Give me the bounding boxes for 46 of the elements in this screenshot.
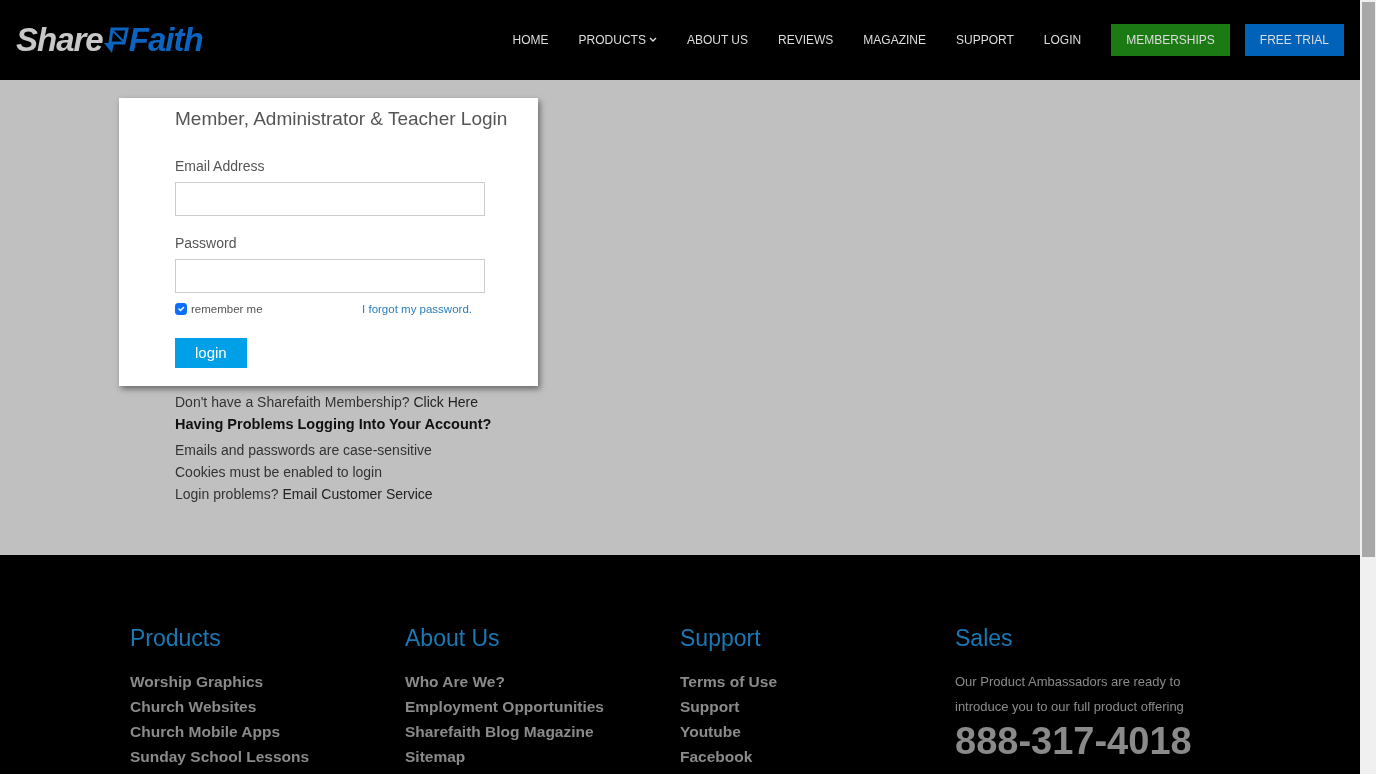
scrollbar[interactable] <box>1360 0 1376 774</box>
remember-checkbox[interactable] <box>175 303 187 316</box>
footer-heading: About Us <box>405 625 501 653</box>
help-text: Emails and passwords are case-sensitive <box>175 441 433 461</box>
help-link[interactable]: Email Customer Service <box>282 486 433 503</box>
footer-link[interactable]: Facebook <box>680 743 955 769</box>
nav-link[interactable]: HOME <box>497 31 564 49</box>
flag-icon <box>102 25 129 55</box>
footer-heading: Sales <box>955 625 1014 653</box>
nav-link[interactable]: LOGIN <box>1028 31 1097 49</box>
footer-link[interactable]: Sharefaith Blog Magazine <box>405 718 680 744</box>
phone-number: 888-317-4018 <box>955 718 1193 763</box>
footer-heading: Products <box>130 625 222 653</box>
field-label: Email Address <box>175 156 266 176</box>
help-text: Cookies must be enabled to login <box>175 463 384 483</box>
login-title: Member, Administrator & Teacher Login <box>175 107 508 131</box>
checkbox-label: remember me <box>191 301 263 317</box>
logo[interactable]: Share Faith <box>16 15 203 65</box>
nav-button[interactable]: FREE TRIAL <box>1244 24 1344 56</box>
nav-link[interactable]: SUPPORT <box>941 31 1029 49</box>
footer-heading: Support <box>680 625 762 653</box>
footer-link[interactable]: Sunday School Lessons <box>130 743 405 769</box>
email-field[interactable] <box>175 181 485 216</box>
help-text: Login problems? Email Customer Service <box>175 485 434 505</box>
footer-link[interactable]: Terms of Use <box>680 668 955 694</box>
nav-button[interactable]: MEMBERSHIPS <box>1111 24 1230 56</box>
nav-link[interactable]: REVIEWS <box>763 31 849 49</box>
footer-link[interactable]: Church Mobile Apps <box>130 718 405 744</box>
nav-link[interactable]: MAGAZINE <box>848 31 942 49</box>
footer-link[interactable]: Worship Graphics <box>130 668 405 694</box>
help-heading: Having Problems Logging Into Your Account? <box>175 415 493 435</box>
footer-link[interactable]: Youtube <box>680 718 955 744</box>
help-link[interactable]: Click Here <box>413 394 479 411</box>
help-text: Don't have a Sharefaith Membership? Click Here <box>175 393 480 413</box>
field-label: Password <box>175 233 238 253</box>
footer-link[interactable]: Sitemap <box>405 743 680 769</box>
footer-link[interactable]: Support <box>680 693 955 719</box>
footer-link[interactable]: Employment Opportunities <box>405 693 680 719</box>
footer-link[interactable]: Who Are We? <box>405 668 680 694</box>
footer-text: Our Product Ambassadors are ready to introduce you to our full product offering <box>955 672 1185 716</box>
scrollbar-thumb[interactable] <box>1361 2 1375 557</box>
nav-link[interactable]: ABOUT US <box>671 31 763 49</box>
forgot-password-link[interactable]: I forgot my password. <box>362 300 472 318</box>
footer-link[interactable]: Church Websites <box>130 693 405 719</box>
password-field[interactable] <box>175 258 485 293</box>
nav-link[interactable]: PRODUCTS <box>563 31 672 49</box>
